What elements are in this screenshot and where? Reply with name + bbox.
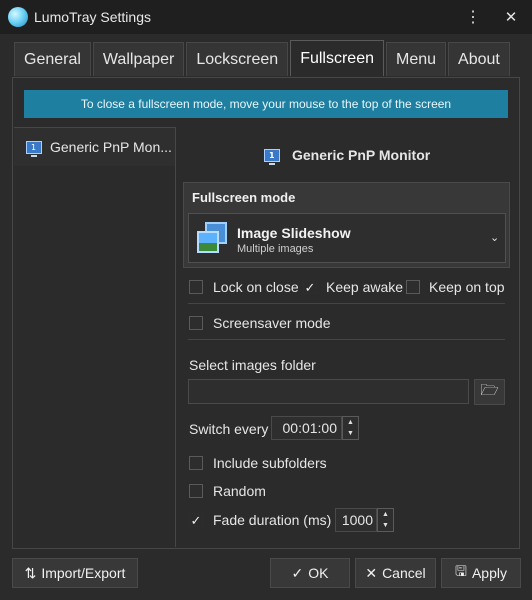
window-title: LumoTray Settings <box>34 9 151 25</box>
ok-label: OK <box>308 565 329 581</box>
keep-on-top-checkbox[interactable] <box>406 280 420 294</box>
switch-every-input[interactable]: 00:01:00 <box>271 416 342 440</box>
checkmark-icon: ✓ <box>291 564 304 581</box>
tab-menu[interactable]: Menu <box>386 42 447 76</box>
monitor-icon: 1 <box>264 148 280 165</box>
ok-button[interactable]: ✓ OK <box>270 558 350 588</box>
fullscreen-mode-selected-subtitle: Multiple images <box>237 243 314 255</box>
tab-general[interactable]: General <box>14 42 91 76</box>
tab-lockscreen[interactable]: Lockscreen <box>186 42 289 76</box>
import-export-label: Import/Export <box>41 565 126 581</box>
monitor-list-item-label: Generic PnP Mon... <box>50 139 172 155</box>
screensaver-mode-checkbox[interactable] <box>189 316 203 330</box>
random-checkbox[interactable] <box>189 484 203 498</box>
divider <box>188 339 505 340</box>
fade-duration-checkbox[interactable]: ✓ <box>189 513 203 527</box>
more-options-button[interactable]: ⋮ <box>458 4 488 30</box>
lock-on-close-label: Lock on close <box>213 279 299 295</box>
switch-every-stepper[interactable]: ▲ ▼ <box>342 416 359 440</box>
stepper-up-icon[interactable]: ▲ <box>343 417 358 428</box>
monitor-heading: 1 Generic PnP Monitor <box>264 147 431 165</box>
cancel-button[interactable]: ✕ Cancel <box>355 558 436 588</box>
stepper-up-icon[interactable]: ▲ <box>378 509 393 520</box>
tab-fullscreen[interactable]: Fullscreen <box>290 40 384 76</box>
tab-about[interactable]: About <box>448 42 510 76</box>
import-export-icon: ⇅ <box>24 564 37 581</box>
monitor-heading-label: Generic PnP Monitor <box>292 147 431 163</box>
browse-folder-button[interactable]: 🗁 <box>474 379 505 405</box>
close-icon: ✕ <box>365 564 378 581</box>
monitor-list <box>14 127 176 547</box>
save-icon: 🖫 <box>455 563 467 579</box>
fullscreen-mode-title: Fullscreen mode <box>192 190 296 205</box>
tab-bar: General Wallpaper Lockscreen Fullscreen … <box>14 40 512 77</box>
divider <box>188 303 505 304</box>
folder-open-icon: 🗁 <box>480 381 499 399</box>
monitor-list-item[interactable]: 1 Generic PnP Mon... <box>14 128 175 166</box>
import-export-button[interactable]: ⇅ Import/Export <box>12 558 138 588</box>
close-window-button[interactable]: ✕ <box>496 4 526 30</box>
include-subfolders-checkbox[interactable] <box>189 456 203 470</box>
keep-awake-checkbox[interactable]: ✓ <box>303 280 317 294</box>
switch-every-label: Switch every <box>189 421 269 437</box>
monitor-icon: 1 <box>26 140 42 157</box>
keep-awake-label: Keep awake <box>326 279 404 295</box>
images-folder-label: Select images folder <box>189 357 316 373</box>
app-logo-icon <box>8 7 28 27</box>
stepper-down-icon[interactable]: ▼ <box>343 428 358 439</box>
fade-duration-label: Fade duration (ms) <box>213 512 332 528</box>
random-label: Random <box>213 483 266 499</box>
image-slideshow-icon <box>197 222 227 254</box>
cancel-label: Cancel <box>382 565 426 581</box>
lock-on-close-checkbox[interactable] <box>189 280 203 294</box>
fade-duration-stepper[interactable]: ▲ ▼ <box>377 508 394 532</box>
info-banner: To close a fullscreen mode, move your mo… <box>24 90 508 118</box>
include-subfolders-label: Include subfolders <box>213 455 327 471</box>
chevron-down-icon[interactable]: ⌄ <box>490 231 499 244</box>
stepper-down-icon[interactable]: ▼ <box>378 520 393 531</box>
apply-label: Apply <box>471 565 507 581</box>
apply-button[interactable]: 🖫 Apply <box>441 558 521 588</box>
fullscreen-mode-selected-title: Image Slideshow <box>237 225 351 241</box>
keep-on-top-label: Keep on top <box>429 279 505 295</box>
screensaver-mode-label: Screensaver mode <box>213 315 331 331</box>
images-folder-input[interactable] <box>188 379 469 404</box>
fade-duration-input[interactable]: 1000 <box>335 508 377 532</box>
tab-wallpaper[interactable]: Wallpaper <box>92 42 185 76</box>
